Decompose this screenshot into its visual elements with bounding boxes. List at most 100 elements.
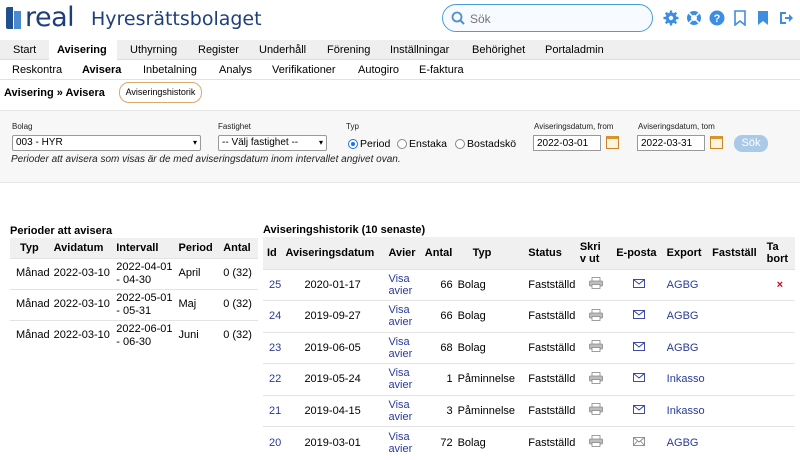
help-icon[interactable]: ? <box>708 9 726 27</box>
link-line1: Visa <box>388 430 410 443</box>
mail-icon[interactable] <box>633 436 646 446</box>
cell-id[interactable]: 20 <box>263 426 284 458</box>
search-button[interactable]: Sök <box>734 135 768 152</box>
table-row[interactable]: 22 2019-05-24 Visa avier 1 Påminnelse Faststäl… <box>263 363 795 395</box>
subnav-avisera[interactable]: Avisera <box>82 60 121 80</box>
radio-period-dot[interactable] <box>348 139 358 149</box>
mail-icon[interactable] <box>633 373 646 383</box>
cell-id[interactable]: 21 <box>263 394 284 427</box>
cell-datum: 2019-09-27 <box>283 300 387 332</box>
fastighet-select[interactable]: -- Välj fastighet -- ▾ <box>218 135 327 151</box>
delete-icon[interactable]: × <box>764 268 795 301</box>
lifebuoy-icon[interactable] <box>685 9 703 27</box>
cell-id[interactable]: 25 <box>263 268 284 301</box>
from-date-input[interactable] <box>533 135 601 151</box>
subnav-autogiro[interactable]: Autogiro <box>358 60 399 80</box>
cell-id[interactable]: 24 <box>263 300 284 332</box>
subnav-analys[interactable]: Analys <box>219 60 252 80</box>
cell-id[interactable]: 23 <box>263 331 284 364</box>
nav-register[interactable]: Register <box>193 40 244 60</box>
export-link[interactable]: AGBG <box>664 268 711 301</box>
printer-icon[interactable] <box>589 403 603 416</box>
real-logo[interactable]: real <box>6 4 75 32</box>
col-typ: Typ <box>454 237 523 269</box>
chevron-down-icon: ▾ <box>192 138 197 147</box>
table-row[interactable]: 21 2019-04-15 Visa avier 3 Påminnelse Faststäl… <box>263 394 795 427</box>
show-notices-link[interactable]: Visa avier <box>386 268 423 301</box>
printer-icon[interactable] <box>589 371 603 384</box>
tom-date-input[interactable] <box>637 135 705 151</box>
radio-enstaka-dot[interactable] <box>397 139 407 149</box>
show-notices-link[interactable]: Visa avier <box>386 394 423 427</box>
delete-icon[interactable] <box>764 363 795 395</box>
nav-forening[interactable]: Förening <box>322 40 375 60</box>
radio-bostadsko-dot[interactable] <box>455 139 465 149</box>
nav-portaladmin[interactable]: Portaladmin <box>540 40 609 60</box>
subnav-reskontra[interactable]: Reskontra <box>12 60 62 80</box>
export-link[interactable]: AGBG <box>664 331 711 364</box>
cell-email <box>614 331 665 364</box>
nav-installningar[interactable]: Inställningar <box>385 40 454 60</box>
link-line2: avier <box>388 284 413 297</box>
subnav-inbetalning[interactable]: Inbetalning <box>143 60 197 80</box>
show-notices-link[interactable]: Visa avier <box>386 300 423 332</box>
bookmark-outline-icon[interactable] <box>731 9 749 27</box>
export-link[interactable]: Inkasso <box>664 363 711 395</box>
export-link[interactable]: AGBG <box>664 426 711 458</box>
delete-icon[interactable] <box>764 426 795 458</box>
nav-start[interactable]: Start <box>8 40 41 60</box>
subnav-verifikationer[interactable]: Verifikationer <box>272 60 336 80</box>
nav-behorighet[interactable]: Behörighet <box>467 40 530 60</box>
show-notices-link[interactable]: Visa avier <box>386 426 423 458</box>
subnav-efaktura[interactable]: E-faktura <box>419 60 464 80</box>
mail-icon[interactable] <box>633 310 646 320</box>
bolag-select[interactable]: 003 - HYR ▾ <box>12 135 201 151</box>
radio-enstaka[interactable]: Enstaka <box>397 138 447 150</box>
radio-bostadsko-label: Bostadskö <box>467 138 517 150</box>
delete-icon[interactable] <box>764 394 795 427</box>
nav-avisering[interactable]: Avisering <box>49 40 117 60</box>
calendar-icon[interactable] <box>710 136 723 149</box>
history-button[interactable]: Aviseringshistorik <box>119 82 202 103</box>
table-row[interactable]: 20 2019-03-01 Visa avier 72 Bolag Fastställd AG… <box>263 426 795 458</box>
cell-datum: 2020-01-17 <box>283 268 387 301</box>
search-input[interactable] <box>470 11 640 26</box>
radio-bostadsko[interactable]: Bostadskö <box>455 138 516 150</box>
search-box[interactable] <box>442 4 653 32</box>
calendar-icon[interactable] <box>606 136 619 149</box>
table-row[interactable]: 25 2020-01-17 Visa avier 66 Bolag Fastställd AG… <box>263 268 795 301</box>
mail-icon[interactable] <box>633 278 646 288</box>
nav-underhall[interactable]: Underhåll <box>254 40 311 60</box>
printer-icon[interactable] <box>589 340 603 353</box>
printer-icon[interactable] <box>589 435 603 447</box>
export-link[interactable]: AGBG <box>664 300 711 332</box>
sign-out-icon[interactable] <box>777 9 795 27</box>
table-row[interactable]: Månad 2022-03-10 2022-05-01- 05-31 Maj 0… <box>10 288 258 320</box>
table-row[interactable]: Månad 2022-03-10 2022-04-01- 04-30 April… <box>10 257 258 289</box>
cell-antal: 1 <box>422 363 455 395</box>
bolag-value: 003 - HYR <box>16 137 63 148</box>
cell-id[interactable]: 22 <box>263 363 284 395</box>
export-link[interactable]: Inkasso <box>664 394 711 427</box>
bookmark-icon[interactable] <box>754 9 772 27</box>
cell-antal: 0 (32) <box>221 288 258 320</box>
col-antal: Antal <box>422 237 455 269</box>
printer-icon[interactable] <box>589 277 603 290</box>
table-row[interactable]: 23 2019-06-05 Visa avier 68 Bolag Fastställd AG… <box>263 331 795 364</box>
cell-status: Fastställd <box>522 331 578 364</box>
show-notices-link[interactable]: Visa avier <box>386 363 423 395</box>
show-notices-link[interactable]: Visa avier <box>386 331 423 364</box>
nav-uthyrning[interactable]: Uthyrning <box>125 40 182 60</box>
cell-period: Juni <box>176 319 222 351</box>
mail-icon[interactable] <box>633 341 646 351</box>
table-row[interactable]: Månad 2022-03-10 2022-06-01- 06-30 Juni … <box>10 319 258 351</box>
mail-icon[interactable] <box>633 404 646 414</box>
col-faststall: Fastställ <box>710 237 765 269</box>
radio-period[interactable]: Period <box>348 138 390 150</box>
cell-avidatum: 2022-03-10 <box>51 288 115 320</box>
printer-icon[interactable] <box>589 308 603 321</box>
delete-icon[interactable] <box>764 331 795 364</box>
delete-icon[interactable] <box>764 300 795 332</box>
gear-icon[interactable] <box>662 9 680 27</box>
table-row[interactable]: 24 2019-09-27 Visa avier 66 Bolag Fastställd AG… <box>263 300 795 332</box>
